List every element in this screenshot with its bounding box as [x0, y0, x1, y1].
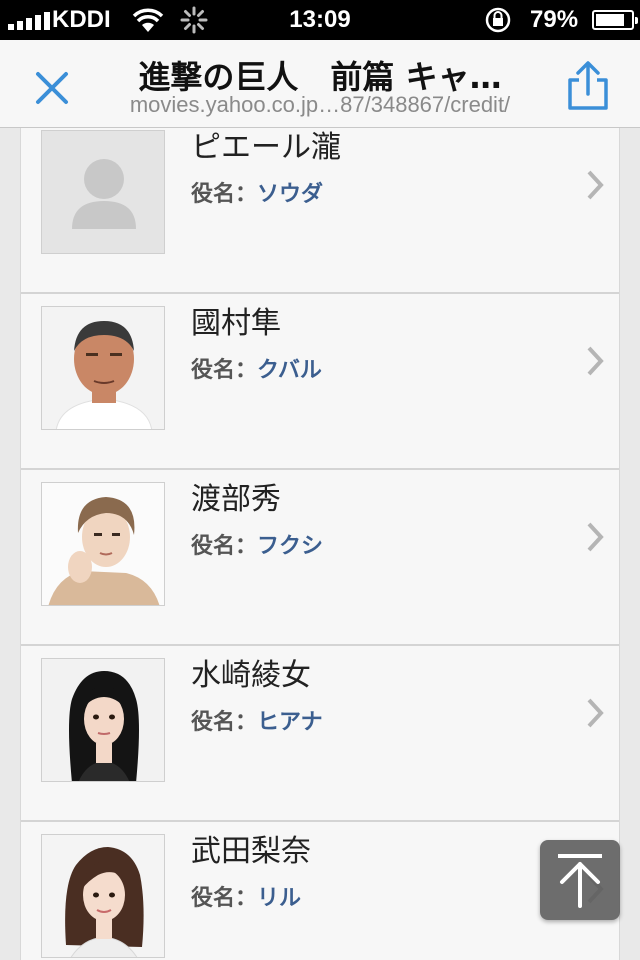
role-label: 役名：	[191, 886, 258, 911]
cast-role: 役名：ソウダ	[191, 176, 323, 208]
browser-header: 進撃の巨人 前篇 キャ… movies.yahoo.co.jp…87/34886…	[0, 40, 640, 128]
cast-row[interactable]: 國村隼 役名：クバル	[21, 294, 619, 470]
avatar-photo	[41, 482, 165, 606]
cast-name: 渡部秀	[191, 482, 281, 517]
avatar-photo	[41, 834, 165, 958]
status-bar: KDDI 13:09 79%	[0, 0, 640, 40]
role-value: クバル	[257, 358, 322, 383]
avatar-photo	[41, 306, 165, 430]
portrait-older-man	[42, 307, 164, 429]
cast-name: 國村隼	[191, 306, 281, 341]
cast-name: ピエール瀧	[191, 130, 341, 165]
cast-list-scroll[interactable]: ピエール瀧 役名：ソウダ 國村隼 役名：クバル 渡部秀 役名：フクシ 水崎綾女 …	[0, 128, 640, 960]
rotation-lock-icon	[485, 7, 511, 33]
close-icon[interactable]	[30, 66, 74, 110]
role-label: 役名：	[191, 710, 258, 735]
role-value: リル	[257, 886, 302, 911]
page-url: movies.yahoo.co.jp…87/348867/credit/	[129, 92, 511, 117]
cast-name: 武田梨奈	[191, 834, 311, 869]
person-silhouette-icon	[72, 159, 136, 229]
battery-icon	[592, 10, 638, 30]
role-label: 役名：	[191, 182, 258, 207]
chevron-right-icon	[587, 170, 604, 200]
cast-row[interactable]: 水崎綾女 役名：ヒアナ	[21, 646, 619, 822]
chevron-right-icon	[587, 346, 604, 376]
cast-row[interactable]: ピエール瀧 役名：ソウダ	[21, 128, 619, 294]
cast-role: 役名：フクシ	[191, 528, 323, 560]
avatar-photo	[41, 658, 165, 782]
cast-list: ピエール瀧 役名：ソウダ 國村隼 役名：クバル 渡部秀 役名：フクシ 水崎綾女 …	[20, 128, 620, 960]
arrow-up-icon	[558, 854, 602, 908]
cast-role: 役名：リル	[191, 880, 301, 912]
cast-role: 役名：クバル	[191, 352, 322, 384]
chevron-right-icon	[587, 522, 604, 552]
cast-row[interactable]: 渡部秀 役名：フクシ	[21, 470, 619, 646]
chevron-right-icon	[587, 698, 604, 728]
cast-name: 水崎綾女	[191, 658, 311, 693]
share-icon[interactable]	[564, 60, 612, 112]
role-value: ソウダ	[257, 182, 324, 207]
role-label: 役名：	[191, 534, 258, 559]
cast-role: 役名：ヒアナ	[191, 704, 323, 736]
avatar-placeholder	[41, 130, 165, 254]
portrait-woman-dark-hair	[42, 659, 164, 781]
portrait-young-man	[42, 483, 164, 605]
portrait-woman-brown-hair	[42, 835, 164, 957]
role-value: フクシ	[257, 534, 324, 559]
cast-row[interactable]: 武田梨奈 役名：リル	[21, 822, 619, 960]
scroll-to-top-button[interactable]	[540, 840, 620, 920]
battery-percent: 79%	[530, 6, 579, 33]
role-label: 役名：	[191, 358, 258, 383]
role-value: ヒアナ	[257, 710, 323, 735]
